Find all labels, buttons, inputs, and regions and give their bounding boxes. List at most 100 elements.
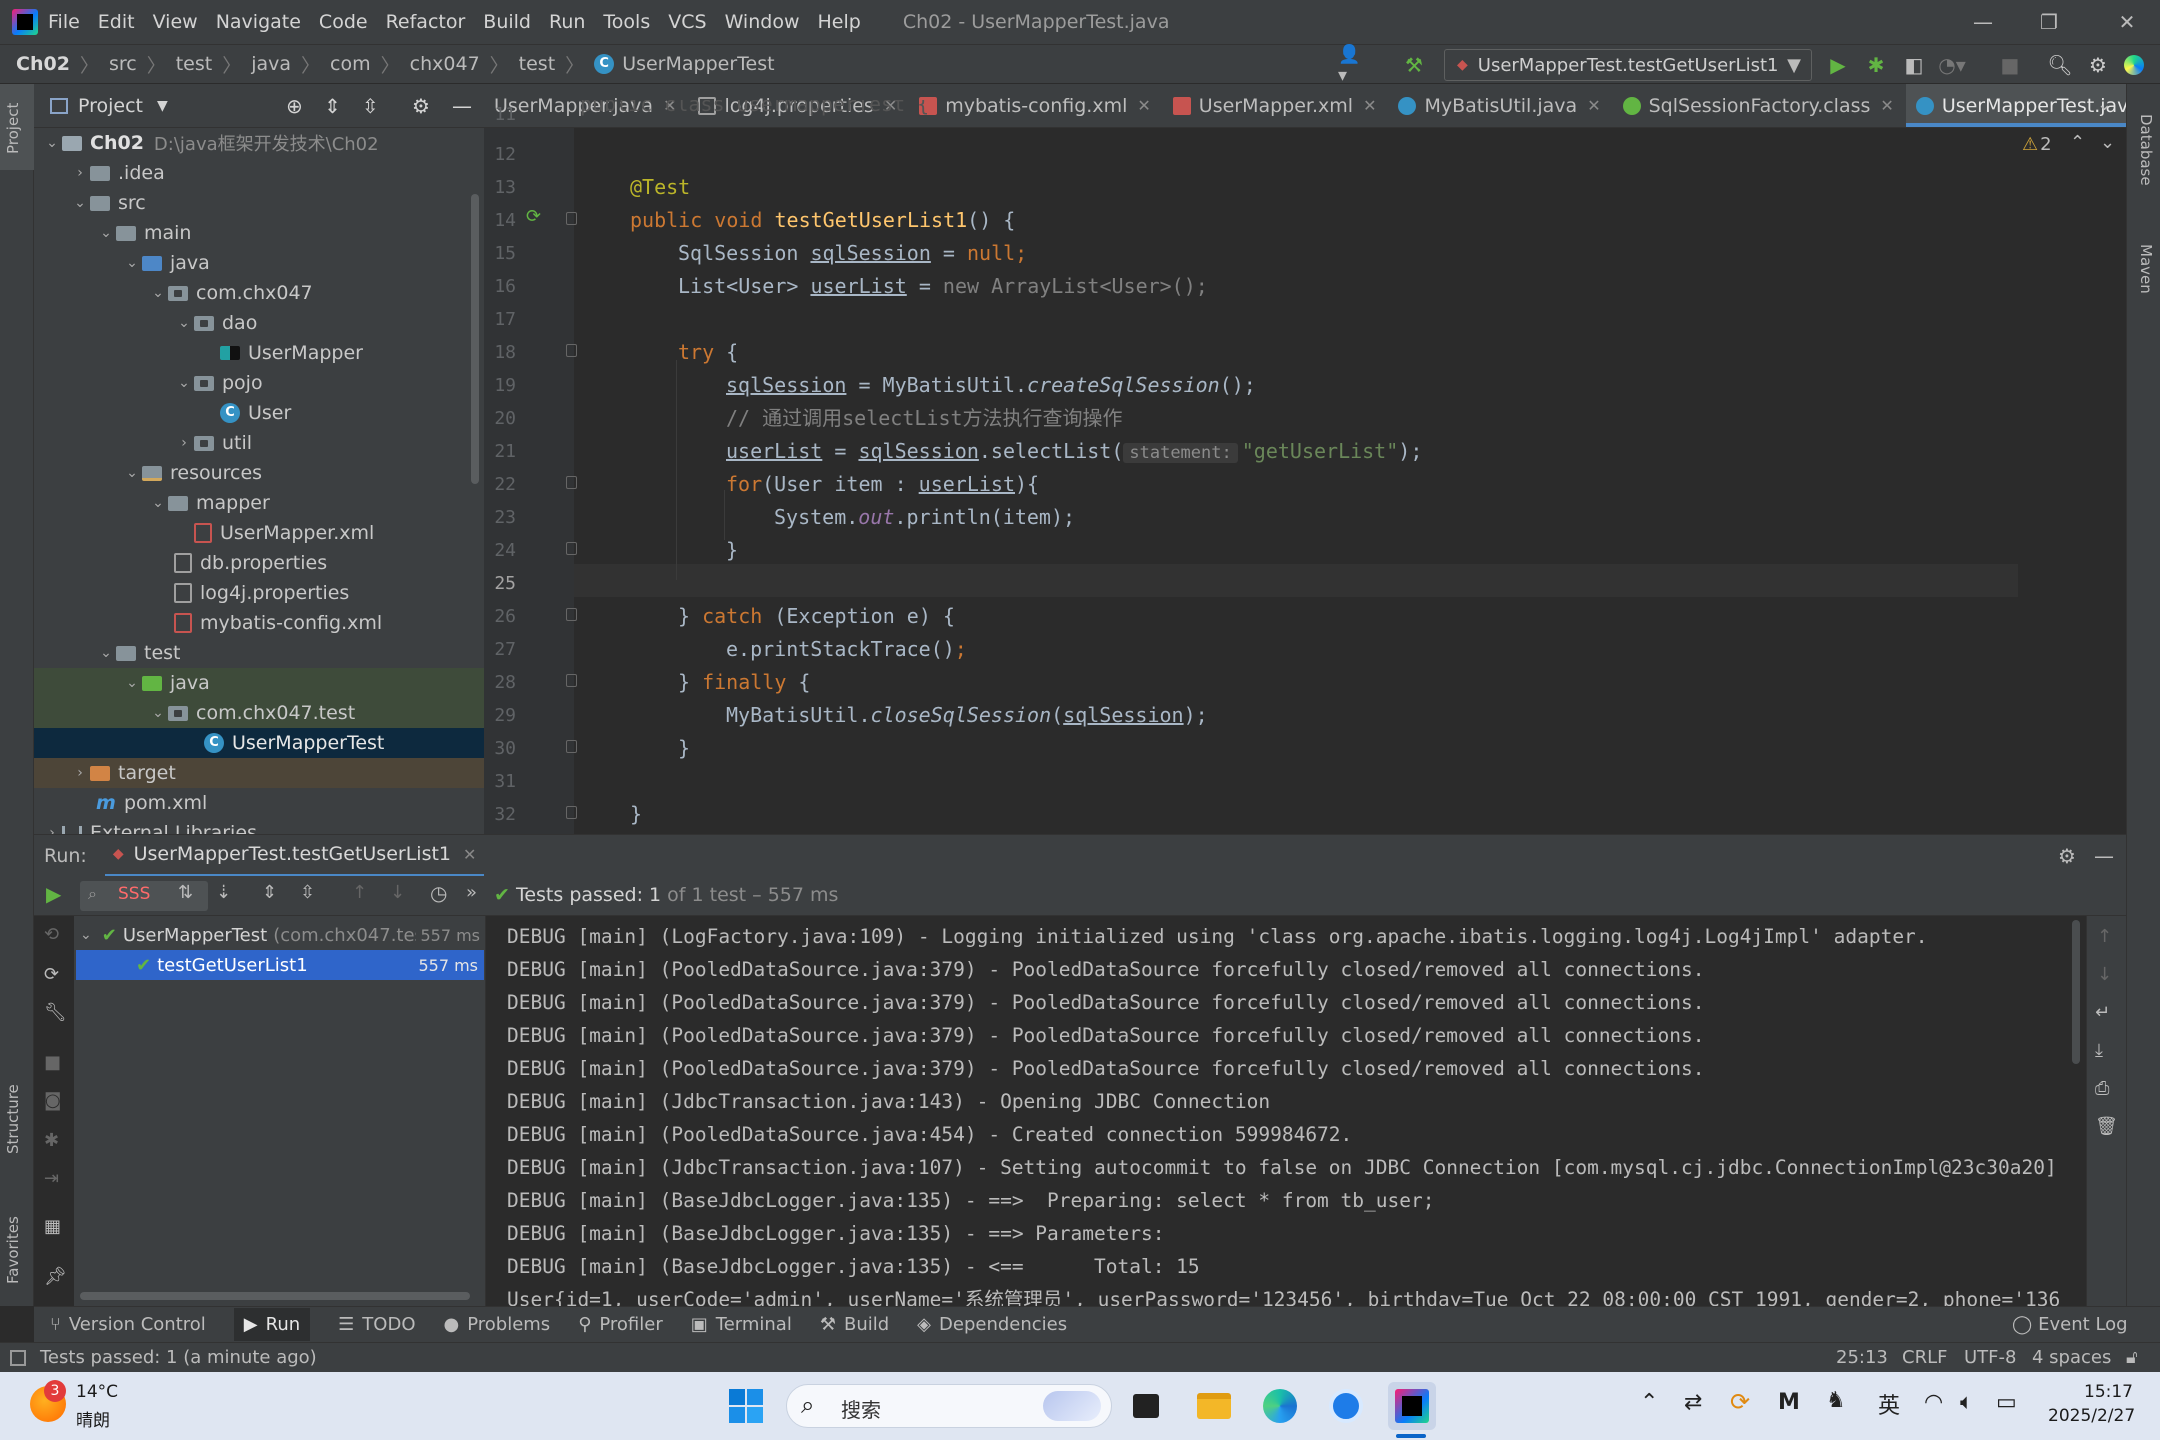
warning-indicator[interactable]: ⚠ 2 xyxy=(2022,134,2052,155)
menu-edit[interactable]: Edit xyxy=(98,11,135,33)
breadcrumb-src[interactable]: src xyxy=(109,53,137,75)
tree-item-com-chx047-test[interactable]: ⌄ com.chx047.test xyxy=(34,698,484,728)
breadcrumb-test[interactable]: test xyxy=(176,53,213,75)
sort-by-duration-icon[interactable]: ⇣ xyxy=(216,882,231,903)
weather-temperature[interactable]: 14°C xyxy=(76,1382,118,1402)
tab-mybatis-config-xml[interactable]: mybatis-config.xml ✕ xyxy=(909,84,1163,127)
collapse-all-icon[interactable]: ⇳ xyxy=(362,94,379,118)
fold-icon[interactable] xyxy=(566,476,577,489)
lock-icon[interactable]: 🔓︎ xyxy=(2126,1347,2138,1368)
structure-tool-button[interactable]: Structure xyxy=(0,1054,34,1164)
tool-run[interactable]: ▶ Run xyxy=(233,1308,311,1341)
tree-item-db-properties[interactable]: db.properties xyxy=(34,548,484,578)
menu-help[interactable]: Help xyxy=(817,11,860,33)
fold-icon[interactable] xyxy=(566,542,577,555)
test-case-row[interactable]: ✔ testGetUserList1 557 ms xyxy=(76,950,484,980)
gear-icon[interactable]: ⚙ xyxy=(412,94,430,118)
rerun-failed-icon[interactable]: ⟲ xyxy=(44,924,59,945)
qq-penguin-icon[interactable]: ♞ xyxy=(1826,1388,1846,1413)
expand-all-icon[interactable]: ⇕ xyxy=(324,94,341,118)
search-icon[interactable]: 🔍︎ xyxy=(2046,51,2074,79)
tree-item-main-java[interactable]: ⌄ java xyxy=(34,248,484,278)
menu-run[interactable]: Run xyxy=(549,11,585,33)
test-history-icon[interactable]: ◷ xyxy=(430,881,447,905)
tree-item-com-chx047[interactable]: ⌄ com.chx047 xyxy=(34,278,484,308)
previous-highlight-icon[interactable]: ⌃ xyxy=(2070,132,2085,153)
line-separator[interactable]: CRLF xyxy=(1902,1347,1947,1368)
taskbar-search-box[interactable]: ⌕ 搜索 xyxy=(786,1384,1112,1428)
chevron-down-icon[interactable]: ▼ xyxy=(157,98,168,114)
locate-icon[interactable]: ⊕ xyxy=(286,94,303,118)
tool-event-log[interactable]: ◯ Event Log xyxy=(2012,1314,2128,1335)
wifi-icon[interactable]: ◠ xyxy=(1924,1390,1943,1415)
menu-build[interactable]: Build xyxy=(483,11,531,33)
sort-alphabetically-icon[interactable]: ⇅ xyxy=(178,882,193,903)
database-tool-button[interactable]: Database xyxy=(2127,94,2160,204)
fold-icon[interactable] xyxy=(566,212,577,225)
tree-item-external-libraries[interactable]: › External Libraries xyxy=(34,818,484,834)
fold-icon[interactable] xyxy=(566,608,577,621)
breadcrumb-project[interactable]: Ch02 xyxy=(16,53,70,75)
tray-app-icon[interactable]: M xyxy=(1778,1390,1800,1415)
scroll-to-end-icon[interactable]: ⤓ xyxy=(2095,1040,2103,1061)
tree-item-test-java[interactable]: ⌄ java xyxy=(34,668,484,698)
toggle-tool-windows-icon[interactable] xyxy=(10,1349,26,1366)
console-scrollbar[interactable] xyxy=(2072,920,2080,1064)
tree-item-util[interactable]: › util xyxy=(34,428,484,458)
tree-item-resources[interactable]: ⌄ resources xyxy=(34,458,484,488)
tab-sqlsessionfactory-class[interactable]: SqlSessionFactory.class ✕ xyxy=(1613,84,1906,127)
project-panel-title[interactable]: Project xyxy=(78,95,143,117)
project-tool-button[interactable]: Project xyxy=(0,84,34,170)
run-tab[interactable]: ◆ UserMapperTest.testGetUserList1 ✕ xyxy=(104,835,485,877)
breadcrumb-com[interactable]: com xyxy=(330,53,371,75)
tool-profiler[interactable]: ⚲ Profiler xyxy=(578,1314,663,1335)
tree-item-pom[interactable]: m pom.xml xyxy=(34,788,484,818)
show-hidden-icons-chevron-icon[interactable]: ⌃ xyxy=(1640,1390,1658,1415)
tab-mybatisutil-java[interactable]: MyBatisUtil.java ✕ xyxy=(1388,84,1612,127)
next-highlight-icon[interactable]: ⌄ xyxy=(2100,132,2115,153)
tree-item-src[interactable]: ⌄ src xyxy=(34,188,484,218)
tool-dependencies[interactable]: ◈ Dependencies xyxy=(917,1314,1067,1335)
volume-icon[interactable]: 🔈︎ xyxy=(1960,1390,1973,1415)
hide-panel-icon[interactable]: — xyxy=(2094,844,2114,868)
clock-time[interactable]: 15:17 xyxy=(2084,1382,2133,1402)
up-arrow-icon[interactable]: ↑ xyxy=(2097,926,2112,947)
tree-item-usermapper[interactable]: UserMapper xyxy=(34,338,484,368)
coverage-icon[interactable]: ◧ xyxy=(1900,51,1928,79)
toggle-autotest-icon[interactable]: ⟳ xyxy=(44,964,59,985)
camera-icon[interactable]: ◙ xyxy=(44,1090,61,1111)
fold-icon[interactable] xyxy=(566,740,577,753)
run-settings-gear-icon[interactable]: ⚙ xyxy=(2058,844,2076,868)
fold-icon[interactable] xyxy=(566,674,577,687)
stop-icon[interactable]: ■ xyxy=(1996,51,2024,79)
breadcrumb-chx047[interactable]: chx047 xyxy=(410,53,480,75)
task-view-button[interactable] xyxy=(1122,1382,1170,1430)
run-configuration-select[interactable]: ◆ UserMapperTest.testGetUserList1 ▼ xyxy=(1444,49,1812,81)
run-icon[interactable]: ▶ xyxy=(1824,51,1852,79)
more-icon[interactable]: » xyxy=(466,882,477,903)
battery-icon[interactable]: ▭ xyxy=(1996,1390,2017,1415)
maven-tool-button[interactable]: Maven xyxy=(2127,224,2160,324)
debug-icon[interactable]: ✱ xyxy=(1862,51,1890,79)
close-tab-icon[interactable]: ✕ xyxy=(1587,96,1600,115)
sync-icon[interactable]: ⟳ xyxy=(1730,1388,1750,1416)
soft-wrap-icon[interactable]: ↵ xyxy=(2095,1002,2110,1023)
tree-item-log4j-properties[interactable]: log4j.properties xyxy=(34,578,484,608)
input-method-indicator[interactable]: 英 xyxy=(1878,1388,1900,1420)
clock-date[interactable]: 2025/2/27 xyxy=(2048,1406,2135,1426)
status-message[interactable]: Tests passed: 1 (a minute ago) xyxy=(40,1347,317,1368)
project-scrollbar[interactable] xyxy=(471,194,479,484)
rerun-icon[interactable]: ▶ xyxy=(46,882,61,906)
close-button[interactable]: ✕ xyxy=(2094,0,2160,44)
tree-item-test[interactable]: ⌄ test xyxy=(34,638,484,668)
file-encoding[interactable]: UTF-8 xyxy=(1964,1347,2016,1368)
settings-gear-icon[interactable]: ⚙ xyxy=(2084,51,2112,79)
caret-position[interactable]: 25:13 xyxy=(1836,1347,1888,1368)
intellij-taskbar-button[interactable] xyxy=(1388,1382,1436,1430)
fold-icon[interactable] xyxy=(566,344,577,357)
previous-failed-icon[interactable]: ↑ xyxy=(352,882,367,903)
tree-item-user[interactable]: C User xyxy=(34,398,484,428)
tree-horizontal-scrollbar[interactable] xyxy=(80,1292,470,1300)
tab-usermappertest-java[interactable]: UserMapperTest.java✕ xyxy=(1905,84,2126,127)
breadcrumb-class[interactable]: UserMapperTest xyxy=(622,53,774,75)
